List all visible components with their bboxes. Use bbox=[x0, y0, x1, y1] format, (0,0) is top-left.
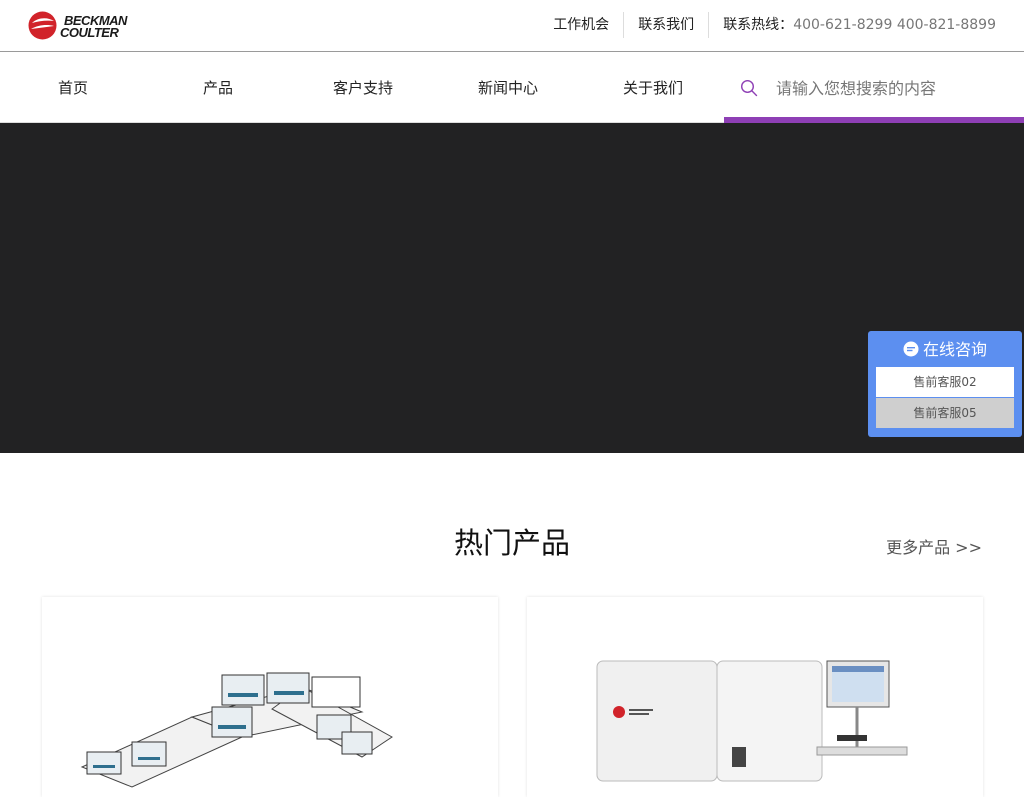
section-title: 热门产品 bbox=[453, 526, 570, 560]
product-card[interactable] bbox=[42, 597, 498, 797]
nav-item-about[interactable]: 关于我们 bbox=[623, 53, 683, 123]
search-icon[interactable] bbox=[740, 79, 758, 97]
logo-mark-icon bbox=[28, 11, 57, 40]
contact-us-link[interactable]: 联系我们 bbox=[624, 12, 710, 38]
chat-header: 在线咨询 bbox=[868, 337, 1022, 363]
more-products-link[interactable]: 更多产品 >> bbox=[886, 534, 982, 558]
product-card[interactable] bbox=[527, 597, 983, 797]
beckman-coulter-logo[interactable]: BECKMAN COULTER bbox=[28, 10, 138, 42]
main-nav: 首页 产品 客户支持 新闻中心 关于我们 bbox=[0, 53, 1024, 123]
chat-bubble-icon bbox=[903, 341, 919, 357]
hotline-numbers: 400-621-8299 400-821-8899 bbox=[793, 17, 996, 33]
top-bar: BECKMAN COULTER 工作机会 联系我们 联系热线：400-621-8… bbox=[0, 0, 1024, 52]
presales-service-02-button[interactable]: 售前客服02 bbox=[876, 367, 1014, 397]
nav-item-news[interactable]: 新闻中心 bbox=[478, 53, 538, 123]
presales-service-05-button[interactable]: 售前客服05 bbox=[876, 398, 1014, 428]
hotline-label: 联系热线： bbox=[723, 17, 794, 33]
nav-item-home[interactable]: 首页 bbox=[58, 53, 88, 123]
top-links: 工作机会 联系我们 联系热线：400-621-8299 400-821-8899 bbox=[539, 12, 996, 38]
nav-item-products[interactable]: 产品 bbox=[203, 53, 233, 123]
automation-line-product-image bbox=[80, 672, 393, 788]
analyzer-instrument-product-image bbox=[596, 660, 908, 782]
careers-link[interactable]: 工作机会 bbox=[539, 12, 625, 38]
search-box bbox=[724, 53, 1024, 123]
online-consult-widget: 在线咨询 售前客服02 售前客服05 bbox=[868, 331, 1022, 437]
logo-text-line2: COULTER bbox=[60, 25, 119, 40]
search-input[interactable] bbox=[776, 71, 1016, 105]
nav-item-support[interactable]: 客户支持 bbox=[333, 53, 393, 123]
hotline: 联系热线：400-621-8299 400-821-8899 bbox=[709, 12, 996, 38]
chat-title: 在线咨询 bbox=[922, 340, 987, 359]
